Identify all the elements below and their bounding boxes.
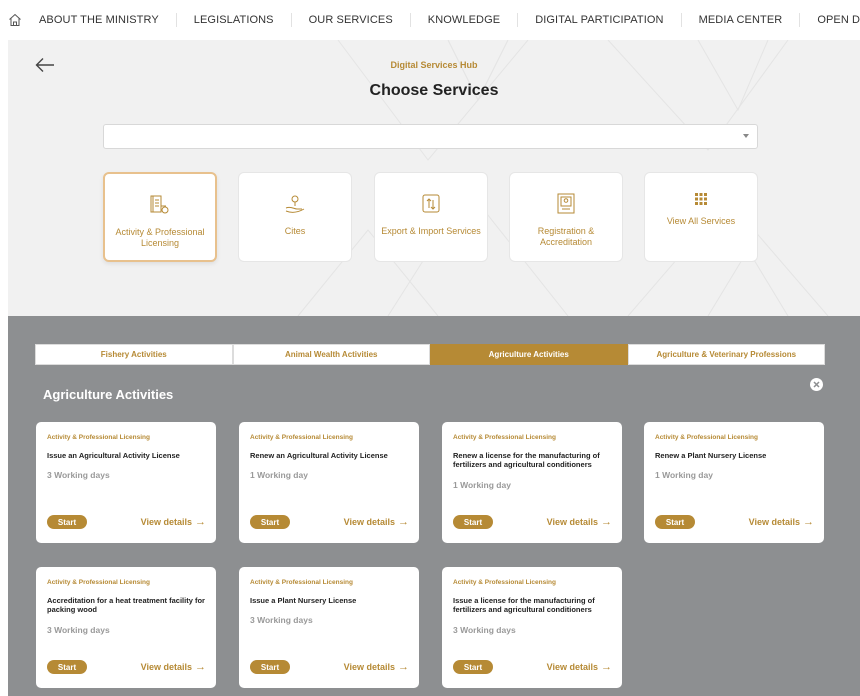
card-title: Issue an Agricultural Activity License (47, 451, 180, 460)
card-duration: 3 Working days (47, 625, 110, 635)
arrow-right-icon: → (398, 661, 409, 673)
category-tabs: Fishery Activities Animal Wealth Activit… (35, 344, 825, 365)
card-category: Activity & Professional Licensing (250, 434, 353, 441)
service-card: Activity & Professional Licensing Issue … (442, 567, 622, 688)
card-duration: 3 Working days (47, 470, 110, 480)
card-title: Issue a Plant Nursery License (250, 596, 357, 605)
card-category: Activity & Professional Licensing (453, 579, 556, 586)
service-card-label: View All Services (666, 216, 736, 226)
card-category: Activity & Professional Licensing (655, 434, 758, 441)
start-button[interactable]: Start (47, 660, 87, 674)
services-section: Fishery Activities Animal Wealth Activit… (8, 316, 860, 696)
arrow-right-icon: → (601, 661, 612, 673)
service-card: Activity & Professional Licensing Renew … (644, 422, 824, 543)
view-details-label: View details (748, 517, 800, 527)
view-details-link[interactable]: View details → (749, 516, 814, 528)
service-card: Activity & Professional Licensing Issue … (239, 567, 419, 688)
service-card: Activity & Professional Licensing Accred… (36, 567, 216, 688)
service-card-activity-licensing[interactable]: Activity & Professional Licensing (103, 172, 217, 262)
close-icon[interactable] (810, 378, 823, 391)
top-navigation: ABOUT THE MINISTRY LEGISLATIONS OUR SERV… (0, 0, 860, 40)
service-card: Activity & Professional Licensing Issue … (36, 422, 216, 543)
card-category: Activity & Professional Licensing (453, 434, 556, 441)
section-title: Agriculture Activities (43, 387, 174, 402)
card-category: Activity & Professional Licensing (47, 579, 150, 586)
view-details-link[interactable]: View details → (344, 661, 409, 673)
hand-plant-icon (239, 193, 351, 215)
view-details-label: View details (343, 517, 395, 527)
start-button[interactable]: Start (453, 660, 493, 674)
home-icon[interactable] (8, 0, 22, 40)
card-duration: 3 Working days (453, 625, 516, 635)
service-card: Activity & Professional Licensing Renew … (239, 422, 419, 543)
start-button[interactable]: Start (47, 515, 87, 529)
card-title: Renew an Agricultural Activity License (250, 451, 388, 460)
view-details-link[interactable]: View details → (547, 516, 612, 528)
start-button[interactable]: Start (453, 515, 493, 529)
view-details-link[interactable]: View details → (547, 661, 612, 673)
card-duration: 3 Working days (250, 615, 313, 625)
nav-about-ministry[interactable]: ABOUT THE MINISTRY (22, 13, 176, 27)
arrow-right-icon: → (195, 661, 206, 673)
nav-open-data[interactable]: OPEN DATA (799, 13, 860, 27)
card-category: Activity & Professional Licensing (47, 434, 150, 441)
arrow-right-icon: → (398, 516, 409, 528)
nav-digital-participation[interactable]: DIGITAL PARTICIPATION (517, 13, 680, 27)
arrow-right-icon: → (803, 516, 814, 528)
service-search-select[interactable] (103, 124, 758, 149)
view-details-link[interactable]: View details → (141, 661, 206, 673)
nav-our-services[interactable]: OUR SERVICES (290, 13, 410, 27)
card-title: Renew a Plant Nursery License (655, 451, 767, 460)
caret-down-icon (743, 134, 749, 138)
view-details-label: View details (343, 662, 395, 672)
card-duration: 1 Working day (250, 470, 308, 480)
service-card-view-all[interactable]: View All Services (644, 172, 758, 262)
view-details-label: View details (140, 662, 192, 672)
service-card-label: Cites (284, 226, 306, 236)
card-duration: 1 Working day (453, 480, 511, 490)
export-import-icon (375, 193, 487, 215)
card-category: Activity & Professional Licensing (250, 579, 353, 586)
hub-subtitle: Digital Services Hub (390, 60, 478, 70)
view-details-label: View details (546, 662, 598, 672)
tab-agriculture-activities[interactable]: Agriculture Activities (430, 344, 628, 365)
start-button[interactable]: Start (655, 515, 695, 529)
service-card-label: Registration & Accreditation (537, 226, 595, 247)
services-hero: Digital Services Hub Choose Services Act… (8, 40, 860, 316)
arrow-right-icon: → (601, 516, 612, 528)
tab-animal-wealth-activities[interactable]: Animal Wealth Activities (232, 344, 430, 365)
start-button[interactable]: Start (250, 660, 290, 674)
service-card-export-import[interactable]: Export & Import Services (374, 172, 488, 262)
tab-fishery-activities[interactable]: Fishery Activities (35, 344, 233, 365)
grid-icon (645, 193, 757, 215)
view-details-label: View details (140, 517, 192, 527)
card-title: Accreditation for a heat treatment facil… (47, 596, 205, 614)
registration-icon (510, 193, 622, 215)
card-title: Renew a license for the manufacturing of… (453, 451, 600, 469)
page-title: Choose Services (369, 82, 499, 99)
arrow-right-icon: → (195, 516, 206, 528)
service-card-registration[interactable]: Registration & Accreditation (509, 172, 623, 262)
service-card: Activity & Professional Licensing Renew … (442, 422, 622, 543)
nav-knowledge[interactable]: KNOWLEDGE (409, 13, 517, 27)
nav-media-center[interactable]: MEDIA CENTER (680, 13, 800, 27)
card-duration: 1 Working day (655, 470, 713, 480)
view-details-link[interactable]: View details → (141, 516, 206, 528)
tab-agriculture-veterinary-professions[interactable]: Agriculture & Veterinary Professions (627, 344, 825, 365)
card-title: Issue a license for the manufacturing of… (453, 596, 595, 614)
start-button[interactable]: Start (250, 515, 290, 529)
service-card-label: Export & Import Services (381, 226, 481, 236)
service-card-cites[interactable]: Cites (238, 172, 352, 262)
view-details-label: View details (546, 517, 598, 527)
licensing-icon (105, 194, 215, 216)
service-card-label: Activity & Professional Licensing (115, 227, 205, 248)
nav-legislations[interactable]: LEGISLATIONS (175, 13, 291, 27)
view-details-link[interactable]: View details → (344, 516, 409, 528)
